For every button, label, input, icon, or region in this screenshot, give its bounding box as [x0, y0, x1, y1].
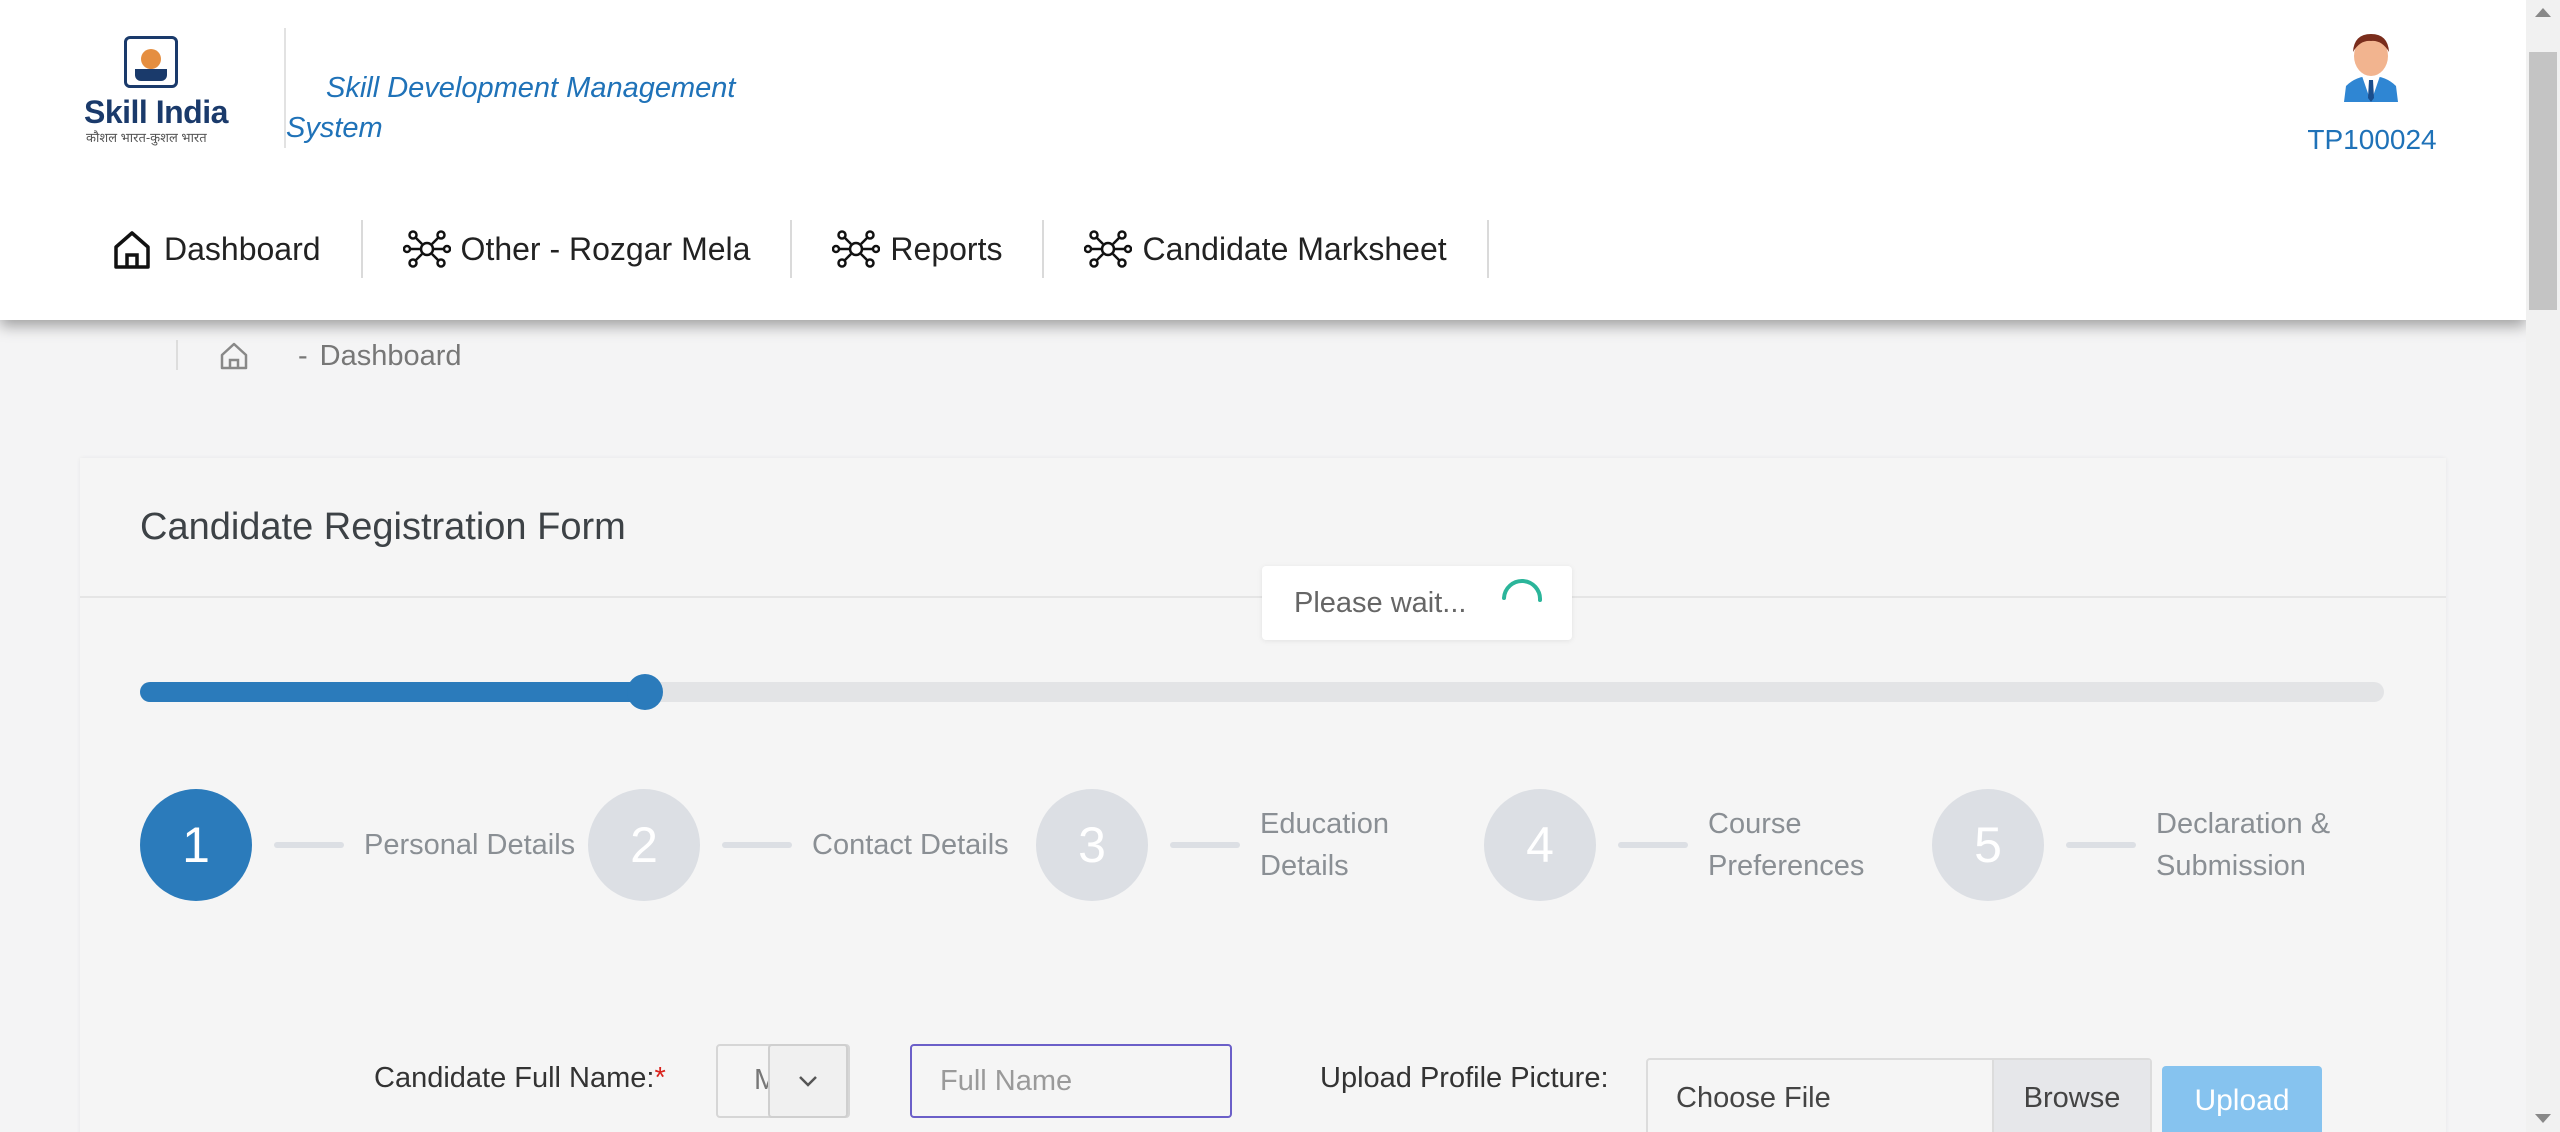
- nav-item-rozgar-mela[interactable]: Other - Rozgar Mela: [363, 220, 793, 278]
- step-personal-details[interactable]: 1 Personal Details: [140, 788, 575, 902]
- logo-name: Skill India: [84, 94, 228, 130]
- scroll-down-arrow-icon[interactable]: [2535, 1114, 2551, 1123]
- breadcrumb-divider: [176, 340, 178, 370]
- step-label: Declaration & Submission: [2156, 808, 2331, 882]
- step-label: Personal Details: [364, 829, 576, 861]
- step-declaration-submission[interactable]: 5 Declaration & Submission: [1932, 788, 2330, 902]
- required-mark: *: [654, 1062, 666, 1094]
- progress-knob[interactable]: [626, 674, 663, 710]
- breadcrumb-separator: -: [298, 340, 308, 372]
- user-avatar[interactable]: [2336, 28, 2406, 102]
- step-number: 1: [140, 789, 252, 901]
- nav-item-reports[interactable]: Reports: [792, 220, 1045, 278]
- full-name-label: Candidate Full Name:*: [374, 1062, 666, 1094]
- form-progress-bar: [140, 674, 2384, 710]
- profile-picture-file-input[interactable]: Choose File Browse: [1646, 1058, 2152, 1132]
- step-number: 3: [1036, 789, 1148, 901]
- nav-item-candidate-marksheet[interactable]: Candidate Marksheet: [1044, 220, 1489, 278]
- scroll-thumb[interactable]: [2529, 52, 2557, 310]
- upload-button[interactable]: Upload: [2162, 1066, 2322, 1132]
- progress-fill: [140, 682, 645, 702]
- step-education-details[interactable]: 3 Education Details: [1036, 788, 1389, 902]
- spinner-icon: [1502, 578, 1543, 602]
- step-connector: [2066, 842, 2136, 848]
- step-label: Course Preferences: [1708, 808, 1865, 882]
- home-icon: [114, 231, 150, 269]
- file-placeholder: Choose File: [1676, 1082, 1831, 1114]
- step-number: 5: [1932, 789, 2044, 901]
- network-icon: [402, 230, 451, 268]
- skill-india-logo[interactable]: Skill India कौशल भारत-कुशल भारत: [84, 36, 228, 148]
- home-icon[interactable]: [218, 340, 250, 372]
- full-name-input[interactable]: [910, 1044, 1232, 1118]
- form-steps: 1 Personal Details 2 Contact Details 3 E…: [140, 788, 2440, 902]
- vertical-scrollbar[interactable]: [2526, 0, 2560, 1132]
- user-id[interactable]: TP100024: [2300, 124, 2444, 156]
- breadcrumb: - Dashboard: [218, 340, 462, 373]
- loading-toast: Please wait...: [1262, 566, 1572, 640]
- scroll-up-arrow-icon[interactable]: [2535, 8, 2551, 17]
- step-connector: [1618, 842, 1688, 848]
- breadcrumb-current: Dashboard: [319, 340, 462, 372]
- nav-item-label: Reports: [890, 230, 1003, 267]
- logo-tagline: कौशल भारत-कुशल भारत: [86, 130, 207, 145]
- step-course-preferences[interactable]: 4 Course Preferences: [1484, 788, 1864, 902]
- upload-picture-label: Upload Profile Picture:: [1320, 1062, 1609, 1094]
- network-icon: [832, 230, 881, 268]
- network-icon: [1084, 230, 1133, 268]
- nav-item-label: Other - Rozgar Mela: [460, 230, 751, 267]
- step-connector: [1170, 842, 1240, 848]
- browse-button[interactable]: Browse: [1992, 1060, 2150, 1132]
- app-header: Skill India कौशल भारत-कुशल भारत Skill De…: [0, 0, 2526, 320]
- step-label: Contact Details: [812, 829, 1009, 861]
- nav-item-label: Candidate Marksheet: [1142, 230, 1447, 267]
- step-number: 4: [1484, 789, 1596, 901]
- form-title: Candidate Registration Form: [140, 506, 626, 548]
- system-title: Skill Development Management System: [286, 72, 736, 144]
- step-connector: [722, 842, 792, 848]
- registration-card: Candidate Registration Form 1 Personal D…: [80, 458, 2446, 1132]
- step-connector: [274, 842, 344, 848]
- main-nav: Dashboard Other - Rozgar Mela Reports Ca…: [100, 214, 1489, 284]
- nav-item-dashboard[interactable]: Dashboard: [100, 220, 363, 278]
- step-label: Education Details: [1260, 808, 1389, 882]
- chevron-down-icon[interactable]: [768, 1044, 848, 1118]
- loading-message: Please wait...: [1294, 586, 1467, 619]
- salutation-select[interactable]: M: [716, 1044, 850, 1118]
- logo-emblem-icon: [124, 36, 178, 88]
- step-number: 2: [588, 789, 700, 901]
- nav-item-label: Dashboard: [164, 230, 321, 267]
- step-contact-details[interactable]: 2 Contact Details: [588, 788, 1009, 902]
